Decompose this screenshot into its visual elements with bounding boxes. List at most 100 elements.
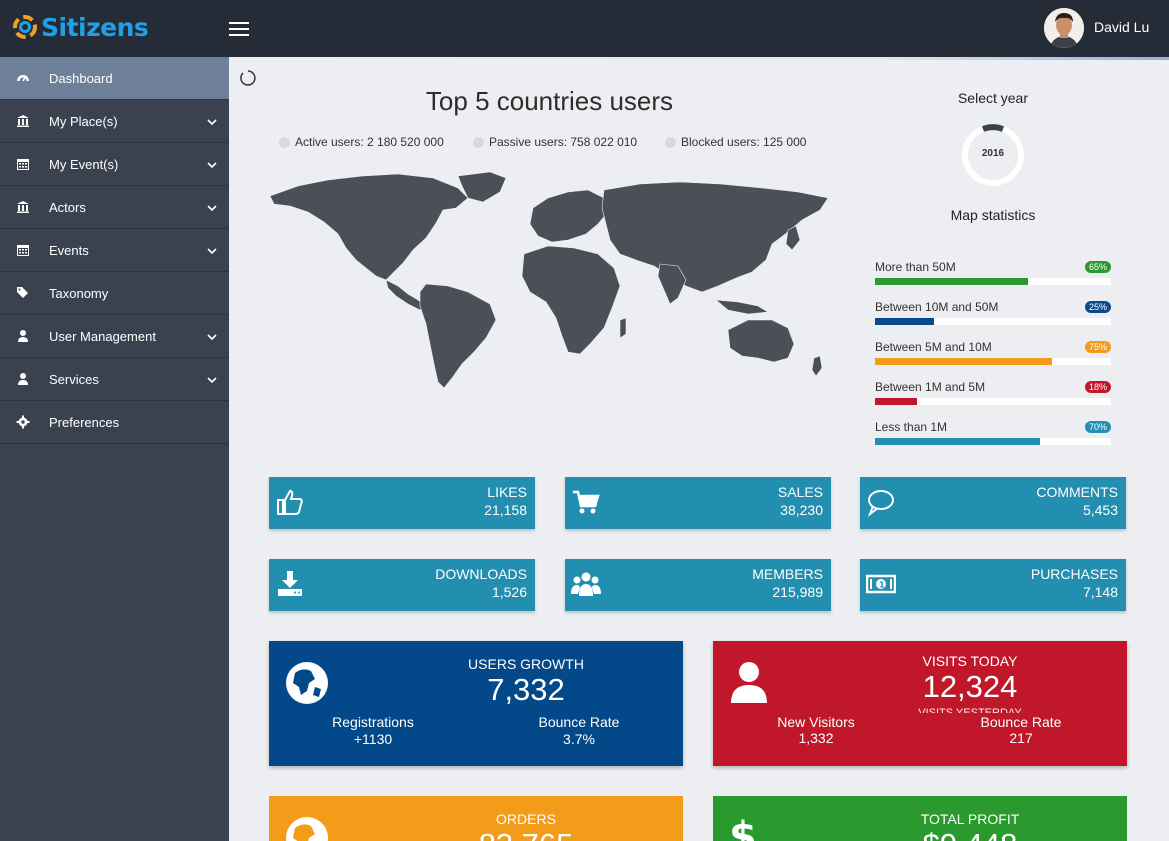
map-stat-badge: 65% [1085, 261, 1111, 273]
map-region-south-america [419, 283, 497, 389]
tile-likes[interactable]: LIKES 21,158 [269, 477, 535, 529]
card-value: 83,765 [269, 827, 683, 841]
sidebar-item-label: Events [49, 242, 89, 258]
map-title: Top 5 countries users [425, 86, 674, 116]
legend-dot [665, 136, 676, 148]
chevron-down-icon[interactable] [207, 244, 217, 255]
map-stat-label: More than 50M [875, 260, 956, 274]
card-title: USERS GROWTH [468, 656, 584, 672]
chevron-down-icon[interactable] [207, 201, 217, 212]
avatar[interactable] [1044, 8, 1084, 48]
progress-track [875, 358, 1111, 365]
tile-title: SALES [777, 484, 823, 500]
sidebar-item-dashboard[interactable]: Dashboard [0, 57, 229, 100]
card-sub-value: +1130 [353, 731, 393, 747]
map-stat-label: Between 5M and 10M [875, 340, 992, 354]
tile-title: PURCHASES [1030, 566, 1118, 582]
brand-name: Sitizens [41, 12, 149, 42]
tile-value: 38,230 [780, 502, 823, 518]
user-avatar-icon [1044, 8, 1084, 48]
card-sub-label: Bounce Rate [980, 714, 1062, 730]
card-orders[interactable]: ORDERS 83,765 [269, 796, 683, 841]
card-sub-label: Registrations [332, 714, 414, 730]
card-sub-label: Bounce Rate [538, 714, 620, 730]
tile-members[interactable]: MEMBERS 215,989 [565, 559, 831, 611]
map-stat-row: Between 10M and 50M 25% [875, 300, 1111, 328]
chevron-down-icon[interactable] [207, 115, 217, 126]
tile-comments[interactable]: COMMENTS 5,453 [860, 477, 1126, 529]
legend-label: Passive users: 758 022 010 [489, 135, 638, 149]
download-icon [275, 569, 305, 599]
world-map[interactable] [268, 168, 831, 390]
tile-purchases[interactable]: 1 PURCHASES 7,148 [860, 559, 1126, 611]
dashboard-icon [16, 71, 30, 85]
chevron-down-icon[interactable] [207, 158, 217, 169]
card-title: TOTAL PROFIT [920, 811, 1020, 827]
tile-title: DOWNLOADS [435, 566, 527, 582]
calendar-icon [16, 243, 30, 257]
sidebar-item-services[interactable]: Services [0, 358, 229, 401]
progress-fill [875, 438, 1041, 445]
tile-value: 1,526 [491, 584, 527, 600]
sidebar-item-my-event-s[interactable]: My Event(s) [0, 143, 229, 186]
progress-fill [875, 398, 918, 405]
map-stat-label: Less than 1M [875, 420, 948, 434]
legend-blocked-users[interactable]: Blocked users: 125 000 [665, 135, 806, 149]
map-region-australia [727, 319, 795, 363]
calendar-icon [16, 157, 30, 171]
chevron-down-icon[interactable] [207, 373, 217, 384]
sidebar-item-actors[interactable]: Actors [0, 186, 229, 229]
legend-active-users[interactable]: Active users: 2 180 520 000 [279, 135, 444, 149]
sidebar-item-preferences[interactable]: Preferences [0, 401, 229, 444]
progress-track [875, 318, 1111, 325]
cart-icon [571, 487, 601, 517]
map-stat-label: Between 1M and 5M [875, 380, 986, 394]
top-bar: Sitizens David Lu [0, 0, 1169, 57]
comment-icon [866, 487, 896, 517]
progress-track [875, 398, 1111, 405]
sidebar-item-my-place-s[interactable]: My Place(s) [0, 100, 229, 143]
logo-icon [13, 15, 37, 39]
map-region-europe [529, 189, 609, 243]
selected-year-value: 2016 [981, 148, 1005, 159]
loading-spinner-icon [240, 70, 256, 86]
users-icon [571, 569, 601, 599]
sidebar-item-label: User Management [49, 328, 156, 344]
card-hidden-title: VISITS YESTERDAY [918, 707, 1022, 713]
tile-value: 5,453 [1082, 502, 1118, 518]
sidebar-item-label: Taxonomy [49, 285, 109, 301]
sidebar-item-label: My Place(s) [49, 113, 118, 129]
legend-label: Blocked users: 125 000 [681, 135, 807, 149]
progress-fill [875, 318, 934, 325]
tile-sales[interactable]: SALES 38,230 [565, 477, 831, 529]
map-statistics-label: Map statistics [950, 207, 1036, 223]
user-icon [16, 329, 30, 343]
legend-dot [473, 136, 484, 148]
map-stat-badge: 70% [1085, 421, 1111, 433]
bank-icon [16, 114, 30, 128]
select-year-label: Select year [957, 90, 1029, 106]
sidebar-item-events[interactable]: Events [0, 229, 229, 272]
tile-value: 7,148 [1082, 584, 1118, 600]
sidebar-item-user-management[interactable]: User Management [0, 315, 229, 358]
card-total-profit[interactable]: $ TOTAL PROFIT $9,448 [713, 796, 1127, 841]
tile-downloads[interactable]: DOWNLOADS 1,526 [269, 559, 535, 611]
bank-icon [16, 200, 30, 214]
sidebar-item-taxonomy[interactable]: Taxonomy [0, 272, 229, 315]
progress-fill [875, 358, 1052, 365]
user-name[interactable]: David Lu [1094, 19, 1149, 35]
chevron-down-icon[interactable] [207, 330, 217, 341]
card-users-growth[interactable]: USERS GROWTH 7,332 Registrations +1130 B… [269, 641, 683, 766]
card-title: VISITS TODAY [922, 653, 1018, 669]
sidebar-item-label: Dashboard [49, 70, 113, 86]
menu-toggle-button[interactable] [229, 19, 251, 37]
legend-passive-users[interactable]: Passive users: 758 022 010 [473, 135, 637, 149]
card-value: 7,332 [487, 672, 565, 707]
brand-logo[interactable]: Sitizens [10, 9, 149, 45]
sidebar-item-label: Actors [49, 199, 86, 215]
map-region-indonesia [715, 299, 769, 315]
map-region-madagascar [619, 317, 627, 339]
card-visits-today[interactable]: VISITS TODAY 12,324 VISITS YESTERDAY New… [713, 641, 1127, 766]
map-stat-row: Less than 1M 70% [875, 420, 1111, 448]
tile-title: COMMENTS [1036, 484, 1118, 500]
